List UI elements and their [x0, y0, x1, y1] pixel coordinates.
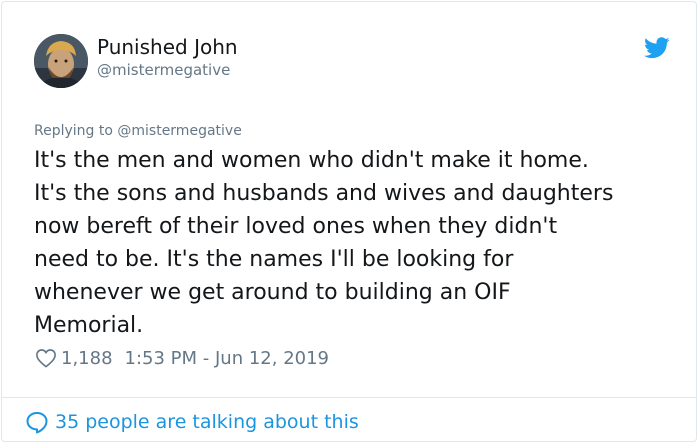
tweet-line: whenever we get around to building an OI…	[34, 280, 511, 305]
speech-bubble-icon	[26, 412, 48, 434]
avatar[interactable]	[34, 34, 88, 88]
conversation-link[interactable]: 35 people are talking about this	[25, 408, 359, 436]
author-handle[interactable]: @mistermegative	[97, 60, 230, 80]
like-count[interactable]: 1,188	[61, 348, 113, 369]
heart-icon[interactable]	[35, 348, 57, 368]
tweet-line: need to be. It's the names I'll be looki…	[34, 247, 514, 272]
tweet-text: It's the men and women who didn't make i…	[34, 144, 684, 342]
timestamp[interactable]: 1:53 PM - Jun 12, 2019	[125, 348, 329, 369]
tweet-line: Memorial.	[34, 313, 144, 338]
tweet-line: now bereft of their loved ones when they…	[34, 214, 558, 239]
twitter-bird-icon[interactable]	[644, 37, 670, 59]
tweet-line: It's the men and women who didn't make i…	[34, 148, 589, 173]
tweet-card: Punished John @mistermegative Replying t…	[1, 1, 697, 442]
conversation-text: 35 people are talking about this	[55, 411, 359, 433]
replying-to[interactable]: Replying to @mistermegative	[34, 121, 242, 141]
divider	[2, 397, 696, 398]
author-name[interactable]: Punished John	[97, 34, 238, 60]
avatar-photo	[34, 34, 88, 88]
tweet-line: It's the sons and husbands and wives and…	[34, 181, 614, 206]
tweet-meta: 1,188 1:53 PM - Jun 12, 2019	[35, 346, 329, 370]
